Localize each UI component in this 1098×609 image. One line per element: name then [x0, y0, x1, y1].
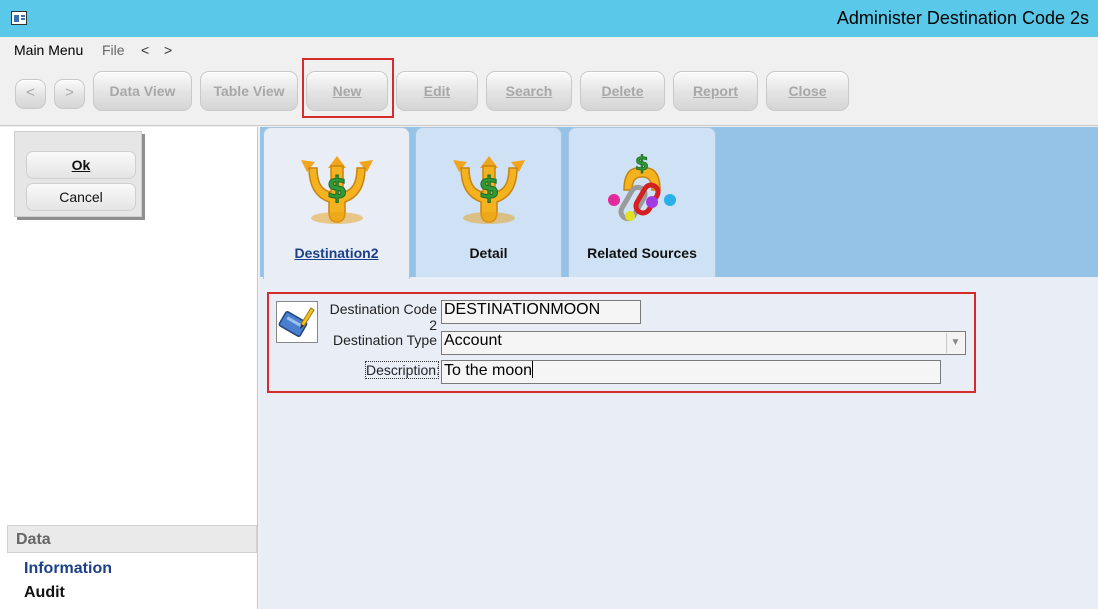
money-arrows-icon: $	[300, 156, 373, 224]
edit-record-icon[interactable]	[276, 301, 318, 343]
title-bar: Administer Destination Code 2s	[0, 0, 1098, 37]
data-view-button[interactable]: Data View	[93, 71, 192, 111]
money-arrows-icon: $	[452, 156, 525, 224]
destination-code-label: Destination Code 2	[329, 301, 437, 333]
tab-related-sources-label: Related Sources	[587, 245, 697, 261]
menu-bar: Main Menu File < >	[0, 37, 1098, 61]
sidebar-item-audit[interactable]: Audit	[24, 584, 65, 602]
cancel-button[interactable]: Cancel	[26, 183, 136, 211]
destination-code-field[interactable]: DESTINATIONMOON	[441, 300, 641, 324]
tab-related-sources[interactable]: $ Related Sources	[568, 127, 716, 277]
action-box: Ok Cancel	[14, 131, 142, 217]
close-button-label: Close	[788, 83, 827, 99]
left-panel: Ok Cancel Data Information Audit	[0, 127, 258, 609]
data-section-header: Data	[7, 525, 257, 553]
edit-button[interactable]: Edit	[396, 71, 478, 111]
toolbar: < > Data View Table View New Edit Search…	[0, 61, 1098, 126]
delete-button[interactable]: Delete	[580, 71, 665, 111]
main-panel: $ Destination2 $ Detail $ Related Source…	[260, 127, 1098, 609]
prev-record-button[interactable]: <	[15, 79, 46, 109]
text-cursor	[532, 361, 534, 378]
tab-detail-label: Detail	[469, 245, 508, 261]
description-input[interactable]: To the moon	[441, 360, 941, 384]
table-view-button[interactable]: Table View	[200, 71, 298, 111]
sidebar-item-information[interactable]: Information	[24, 560, 112, 578]
window-title: Administer Destination Code 2s	[836, 8, 1089, 28]
tab-destination2-label: Destination2	[264, 245, 409, 261]
destination-type-value: Account	[444, 332, 502, 349]
ok-button[interactable]: Ok	[26, 151, 136, 179]
search-button-label: Search	[505, 83, 553, 99]
delete-button-label: Delete	[601, 83, 644, 99]
ok-button-label: Ok	[71, 157, 91, 173]
tab-destination2[interactable]: $ Destination2	[263, 127, 410, 279]
report-button[interactable]: Report	[673, 71, 758, 111]
tab-detail[interactable]: $ Detail	[415, 127, 562, 277]
description-value: To the moon	[444, 362, 533, 379]
svg-text:$: $	[326, 171, 347, 206]
destination-type-select[interactable]: Account ▼	[441, 331, 966, 355]
tab-destination2-text: Destination2	[294, 245, 379, 261]
app-window-icon[interactable]	[11, 11, 27, 25]
close-button[interactable]: Close	[766, 71, 849, 111]
new-button-highlight	[302, 58, 394, 118]
chevron-down-icon[interactable]: ▼	[946, 333, 964, 353]
svg-text:$: $	[478, 171, 499, 206]
money-chain-links-icon: $	[608, 151, 676, 222]
menu-back[interactable]: <	[141, 42, 149, 58]
menu-file[interactable]: File	[102, 42, 125, 58]
search-button[interactable]: Search	[486, 71, 572, 111]
destination-form: Destination Code 2 DESTINATIONMOON Desti…	[267, 292, 976, 393]
description-label: Description:	[365, 361, 440, 379]
tab-strip: $ Destination2 $ Detail $ Related Source…	[260, 127, 1098, 279]
menu-forward[interactable]: >	[164, 42, 172, 58]
destination-type-label: Destination Type	[332, 332, 437, 348]
menu-main-menu[interactable]: Main Menu	[14, 42, 83, 58]
edit-button-label: Edit	[423, 83, 451, 99]
report-button-label: Report	[692, 83, 739, 99]
next-record-button[interactable]: >	[54, 79, 85, 109]
svg-text:$: $	[635, 151, 649, 175]
